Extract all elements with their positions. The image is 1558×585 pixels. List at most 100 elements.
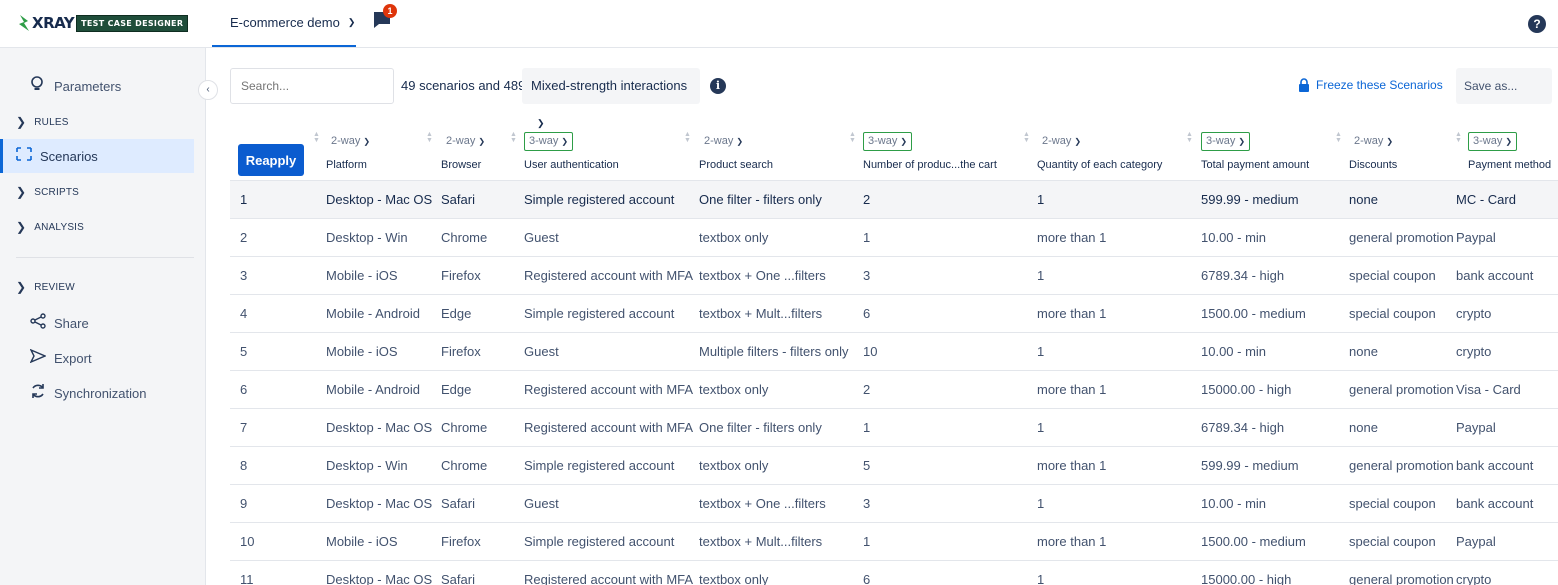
- sort-icon[interactable]: ▲ ▼: [1023, 131, 1030, 144]
- info-icon[interactable]: i: [710, 78, 726, 94]
- chevron-down-icon: ❯: [1238, 137, 1246, 146]
- column-name: Browser: [441, 159, 482, 171]
- table-cell: 1: [1037, 192, 1045, 207]
- table-row[interactable]: 11 Desktop - Mac OS Safari Registered accou…: [230, 560, 1558, 585]
- logo-text: XRAY: [32, 14, 75, 32]
- table-row[interactable]: 3 Mobile - iOS Firefox Registered account w…: [230, 256, 1558, 294]
- table-cell: One filter - filters only: [699, 192, 822, 207]
- table-cell: 3: [863, 496, 871, 511]
- chevron-down-icon: ❯: [1505, 137, 1513, 146]
- sort-icon[interactable]: ▲ ▼: [1186, 131, 1193, 144]
- table-cell: Chrome: [441, 230, 488, 245]
- table-cell: Mobile - Android: [326, 382, 420, 397]
- table-cell: 1: [1037, 496, 1045, 511]
- strength-selector[interactable]: 2-way ❯: [326, 132, 375, 151]
- column-name: Number of produc...the cart: [863, 159, 997, 171]
- table-row[interactable]: 2 Desktop - Win Chrome Guest textbox only 1 mo…: [230, 218, 1558, 256]
- expand-arrows-icon: [16, 147, 40, 165]
- reapply-button[interactable]: Reapply: [238, 144, 304, 176]
- strength-value: 2-way: [704, 135, 734, 147]
- sort-icon[interactable]: ▲ ▼: [510, 131, 517, 144]
- sidebar-section-rules[interactable]: ❯ RULES: [16, 115, 69, 129]
- table-row[interactable]: 7 Desktop - Mac OS Chrome Registered accoun…: [230, 408, 1558, 446]
- sort-icon[interactable]: ▲ ▼: [849, 131, 856, 144]
- table-row[interactable]: 10 Mobile - iOS Firefox Simple registered a…: [230, 522, 1558, 560]
- top-bar: XRAY TEST CASE DESIGNER E-commerce demo …: [0, 0, 1558, 48]
- table-row[interactable]: 8 Desktop - Win Chrome Simple registered ac…: [230, 446, 1558, 484]
- table-cell: more than 1: [1037, 382, 1107, 397]
- collapse-sidebar-button[interactable]: ‹: [198, 80, 218, 100]
- chevron-right-icon: ❯: [16, 185, 27, 199]
- strength-selector[interactable]: 3-way ❯: [863, 132, 913, 151]
- table-cell: Mobile - iOS: [326, 534, 398, 549]
- sidebar-item-scenarios[interactable]: Scenarios: [0, 139, 194, 173]
- table-cell: Simple registered account: [524, 534, 675, 549]
- table-cell: 15000.00 - high: [1201, 572, 1292, 585]
- strength-selector[interactable]: 2-way ❯: [1037, 132, 1086, 151]
- table-cell: bank account: [1456, 268, 1534, 283]
- table-row[interactable]: 1 Desktop - Mac OS Safari Simple registered…: [230, 180, 1558, 218]
- table-cell: 2: [863, 382, 871, 397]
- table-cell: more than 1: [1037, 458, 1107, 473]
- search-input[interactable]: [230, 68, 394, 104]
- table-cell: Edge: [441, 306, 472, 321]
- sidebar-item-share[interactable]: Share: [0, 306, 194, 340]
- strength-selector[interactable]: 2-way ❯: [1349, 132, 1398, 151]
- table-cell: Desktop - Mac OS: [326, 572, 433, 585]
- sidebar-section-review[interactable]: ❯ REVIEW: [16, 280, 75, 294]
- sidebar-item-synchronization[interactable]: Synchronization: [0, 376, 194, 410]
- table-cell: 2: [863, 192, 871, 207]
- column-name: Payment method: [1468, 159, 1552, 171]
- table-cell: crypto: [1456, 572, 1492, 585]
- row-number: 2: [240, 230, 248, 245]
- chevron-down-icon: ❯: [561, 137, 569, 146]
- table-cell: 5: [863, 458, 871, 473]
- sidebar-item-export[interactable]: Export: [0, 341, 194, 375]
- sort-icon[interactable]: ▲ ▼: [313, 131, 320, 144]
- table-cell: Desktop - Mac OS: [326, 420, 433, 435]
- strength-selector[interactable]: 3-way ❯: [524, 132, 574, 151]
- table-cell: none: [1349, 192, 1378, 207]
- sidebar-item-parameters[interactable]: Parameters: [0, 69, 194, 103]
- table-cell: more than 1: [1037, 306, 1107, 321]
- chevron-down-icon: ❯: [537, 118, 545, 128]
- sidebar-section-scripts[interactable]: ❯ SCRIPTS: [16, 185, 79, 199]
- strength-dropdown[interactable]: Mixed-strength interactions ❯: [522, 68, 700, 128]
- freeze-scenarios-link[interactable]: Freeze these Scenarios: [1298, 78, 1443, 92]
- strength-selector[interactable]: 2-way ❯: [699, 132, 748, 151]
- strength-selector[interactable]: 3-way ❯: [1468, 132, 1518, 151]
- sidebar-section-analysis[interactable]: ❯ ANALYSIS: [16, 220, 84, 234]
- column-name: Platform: [326, 159, 367, 171]
- table-cell: bank account: [1456, 458, 1534, 473]
- table-cell: 1: [863, 420, 871, 435]
- table-cell: 1: [1037, 344, 1045, 359]
- project-selector[interactable]: E-commerce demo ❯: [212, 0, 356, 47]
- table-cell: Chrome: [441, 420, 488, 435]
- column-name: Product search: [699, 159, 773, 171]
- section-label: RULES: [34, 116, 69, 128]
- strength-value: 2-way: [331, 135, 361, 147]
- help-icon[interactable]: ?: [1528, 15, 1546, 33]
- table-cell: general promotion: [1349, 382, 1454, 397]
- table-row[interactable]: 5 Mobile - iOS Firefox Guest Multiple filter…: [230, 332, 1558, 370]
- table-cell: Simple registered account: [524, 306, 675, 321]
- sort-icon[interactable]: ▲ ▼: [1455, 131, 1462, 144]
- strength-selector[interactable]: 3-way ❯: [1201, 132, 1251, 151]
- table-cell: Paypal: [1456, 420, 1496, 435]
- section-label: REVIEW: [34, 281, 75, 293]
- row-number: 1: [240, 192, 248, 207]
- sort-icon[interactable]: ▲ ▼: [426, 131, 433, 144]
- logo[interactable]: XRAY TEST CASE DESIGNER: [18, 13, 189, 33]
- sort-icon[interactable]: ▲ ▼: [1335, 131, 1342, 144]
- table-row[interactable]: 4 Mobile - Android Edge Simple registered a…: [230, 294, 1558, 332]
- table-cell: Mobile - iOS: [326, 268, 398, 283]
- table-cell: more than 1: [1037, 230, 1107, 245]
- save-as-input[interactable]: Save as...: [1456, 68, 1552, 104]
- table-cell: Guest: [524, 496, 559, 511]
- sort-icon[interactable]: ▲ ▼: [684, 131, 691, 144]
- strength-selector[interactable]: 2-way ❯: [441, 132, 490, 151]
- table-cell: 1: [1037, 420, 1045, 435]
- table-row[interactable]: 9 Desktop - Mac OS Safari Guest textbox + On…: [230, 484, 1558, 522]
- table-row[interactable]: 6 Mobile - Android Edge Registered account …: [230, 370, 1558, 408]
- table-cell: 1: [1037, 268, 1045, 283]
